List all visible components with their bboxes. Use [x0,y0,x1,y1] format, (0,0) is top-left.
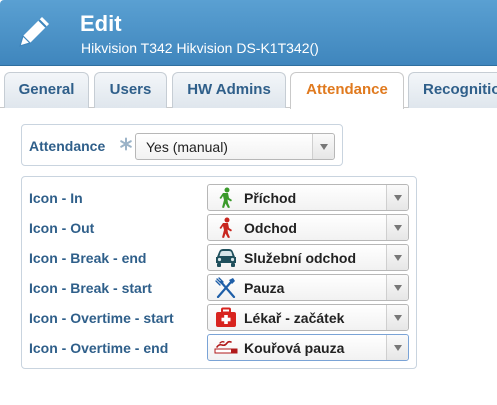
icon-overtime-start-value: Lékař - začátek [244,310,345,326]
icon-break-end-select[interactable]: Služební odchod [207,244,409,271]
car-icon [216,249,236,267]
icon-in-value: Příchod [244,190,297,206]
icon-overtime-start-select[interactable]: Lékař - začátek [207,304,409,331]
chevron-down-icon[interactable] [386,185,408,210]
icon-out-value: Odchod [244,220,297,236]
icon-out-label: Icon - Out [29,220,95,236]
icon-break-end-label: Icon - Break - end [29,250,147,266]
tab-recognition[interactable]: Recognition [408,72,497,108]
icon-in-select[interactable]: Příchod [207,184,409,211]
icon-in-label: Icon - In [29,190,83,206]
icon-break-start-value: Pauza [244,280,285,296]
first-aid-kit-icon [216,307,236,327]
icon-out-select[interactable]: Odchod [207,214,409,241]
tab-bar: General Users HW Admins Attendance Recog… [0,66,497,109]
chevron-down-icon[interactable] [386,335,408,360]
attendance-select[interactable]: Yes (manual) [135,133,335,160]
walking-person-red-icon [219,217,232,238]
walking-person-green-icon [219,187,232,208]
chevron-down-icon[interactable] [386,275,408,300]
tab-attendance[interactable]: Attendance [290,72,404,109]
cigarette-icon [214,340,238,354]
dialog-header: Edit Hikvision T342 Hikvision DS-K1T342(… [0,0,497,66]
attendance-select-value: Yes (manual) [146,139,228,155]
icon-overtime-end-select[interactable]: Kouřová pauza [207,334,409,361]
device-subtitle: Hikvision T342 Hikvision DS-K1T342() [81,40,319,56]
icon-break-end-value: Služební odchod [244,250,356,266]
chevron-down-icon[interactable] [386,245,408,270]
chevron-down-icon[interactable] [312,134,334,159]
tab-hw-admins[interactable]: HW Admins [172,72,286,108]
chevron-down-icon[interactable] [386,305,408,330]
asterisk-icon [120,137,132,151]
icon-overtime-end-value: Kouřová pauza [244,340,345,356]
attendance-label: Attendance [29,138,106,154]
dialog-title: Edit [80,11,122,36]
icon-break-start-select[interactable]: Pauza [207,274,409,301]
fork-knife-icon [215,277,236,298]
icon-overtime-end-label: Icon - Overtime - end [29,340,169,356]
pencil-icon [19,17,49,47]
tab-general[interactable]: General [4,72,89,108]
chevron-down-icon[interactable] [386,215,408,240]
tab-users[interactable]: Users [94,72,167,108]
icon-overtime-start-label: Icon - Overtime - start [29,310,174,326]
icon-break-start-label: Icon - Break - start [29,280,152,296]
